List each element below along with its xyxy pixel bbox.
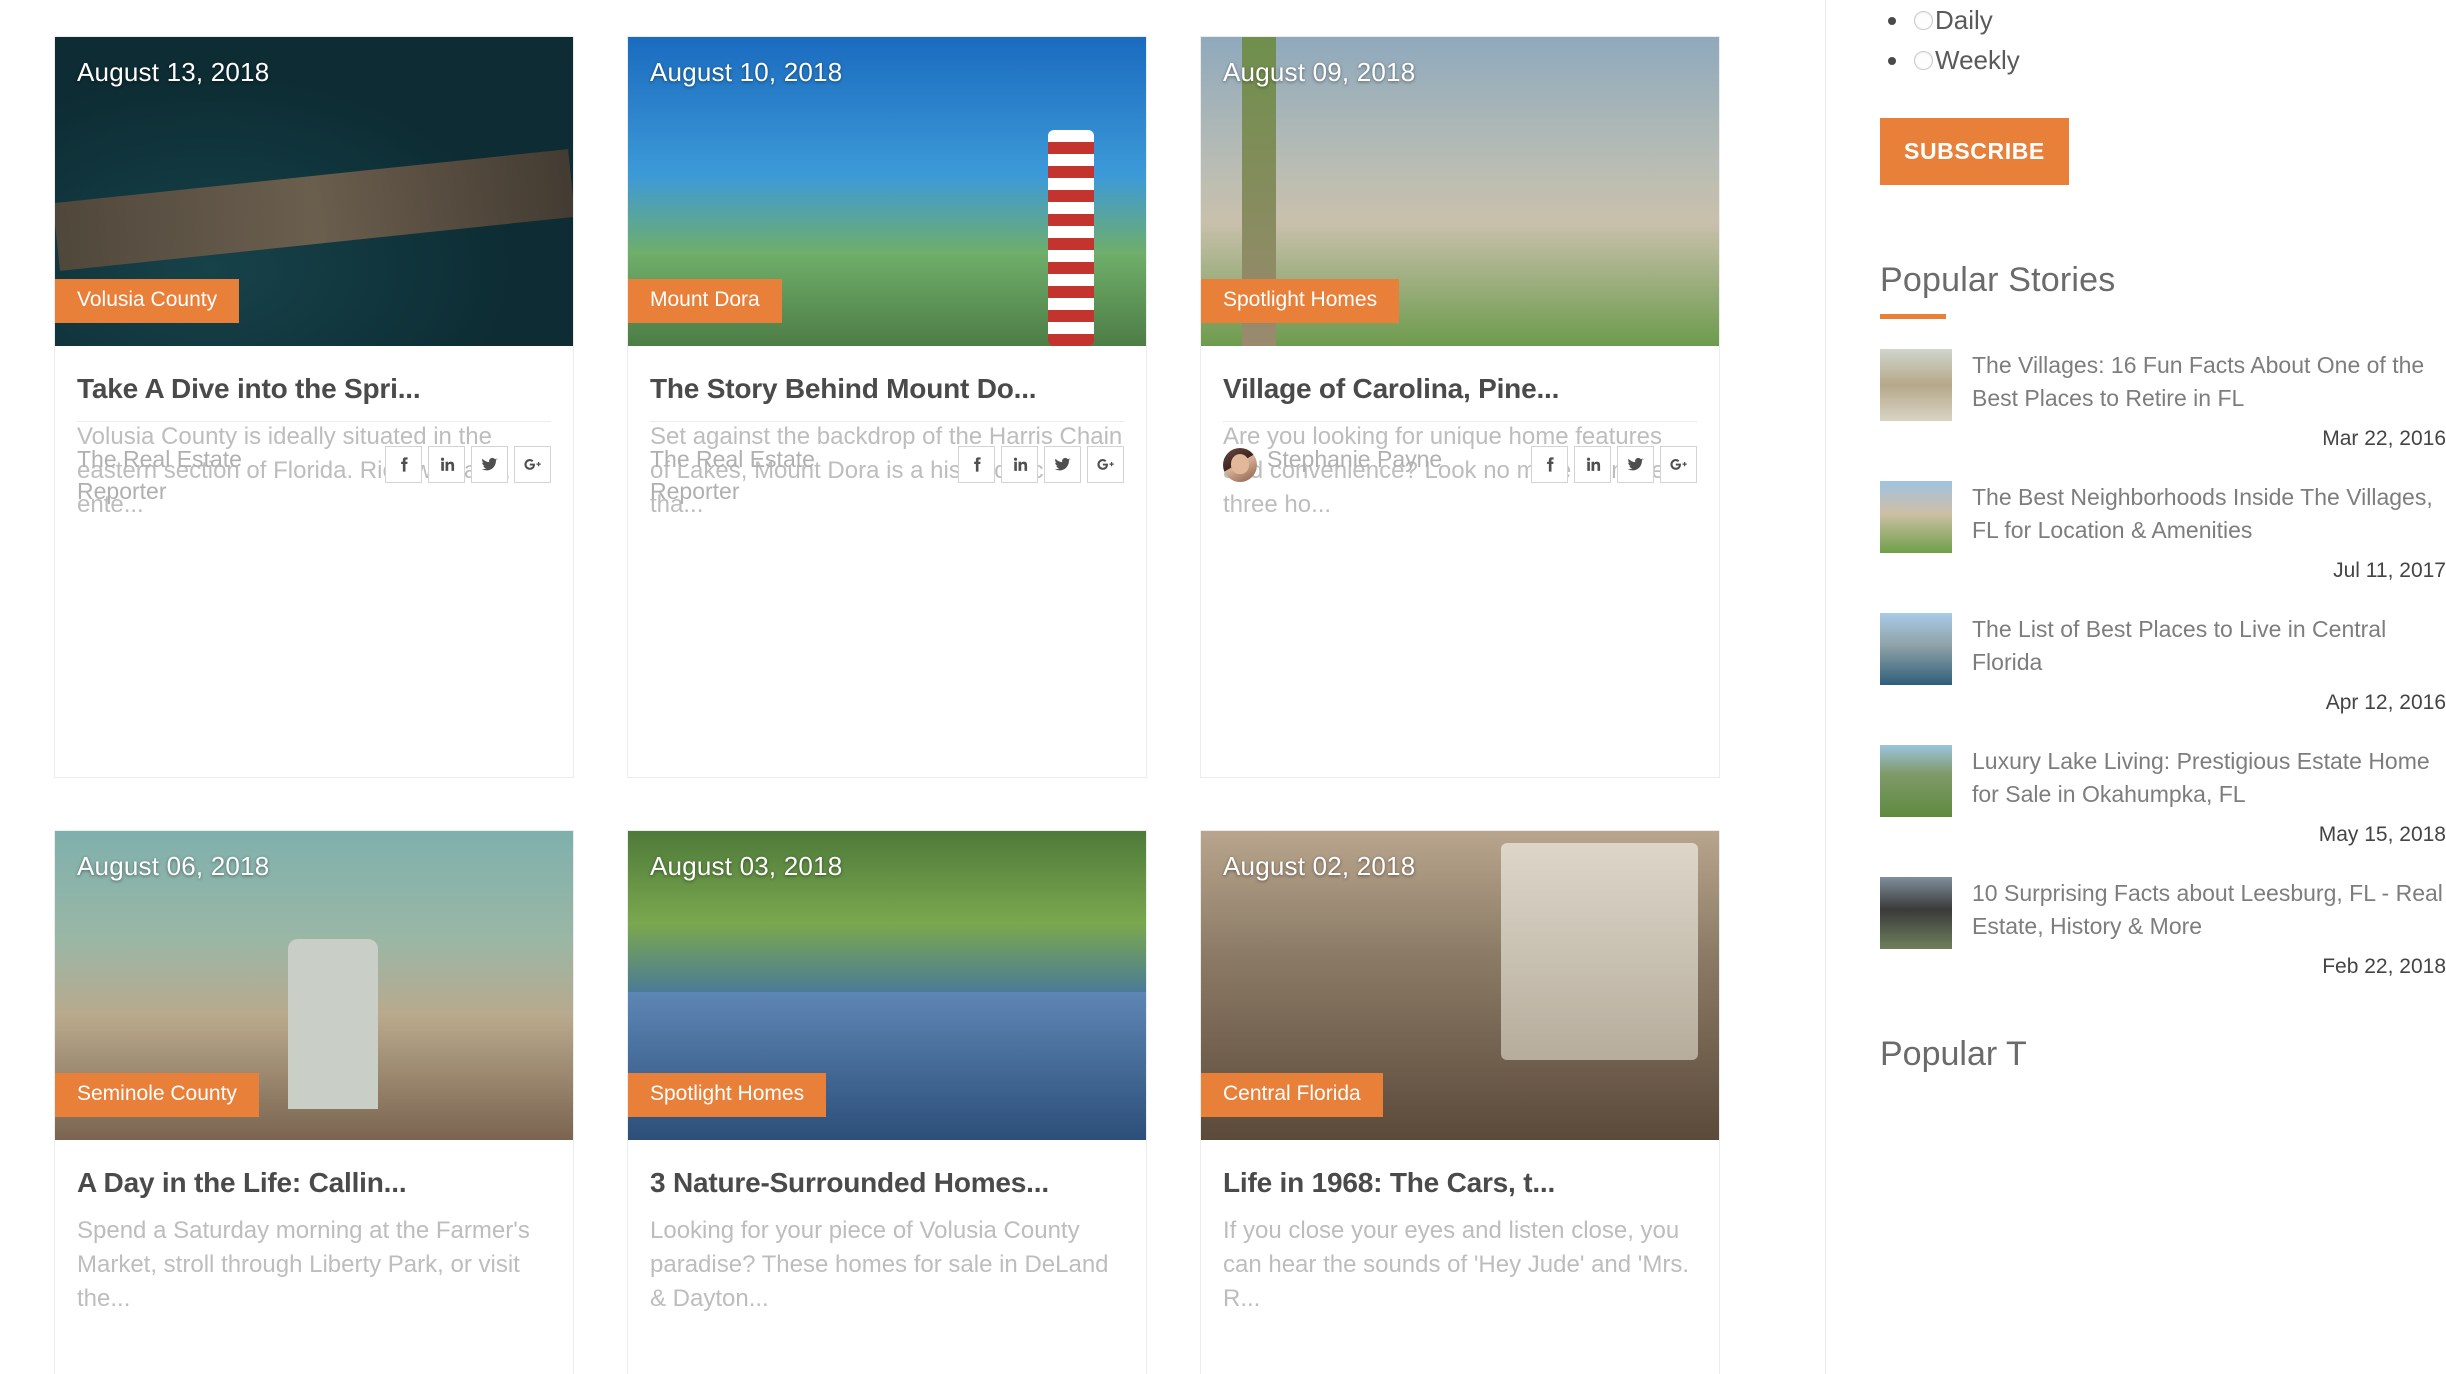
- googleplus-share-icon[interactable]: [1660, 446, 1697, 483]
- story-date: Mar 22, 2016: [2322, 427, 2446, 450]
- author-name: The Real Estate Reporter: [650, 446, 815, 504]
- story-date: Apr 12, 2016: [2325, 691, 2446, 714]
- frequency-label: Weekly: [1935, 44, 2020, 75]
- card-body: Life in 1968: The Cars, t... If you close…: [1201, 1140, 1719, 1316]
- card-body: A Day in the Life: Callin... Spend a Satu…: [55, 1140, 573, 1316]
- googleplus-share-icon[interactable]: [514, 446, 551, 483]
- blog-listing-page: August 13, 2018 Volusia County Take A Dive…: [0, 0, 2446, 1374]
- card-category-badge[interactable]: Spotlight Homes: [628, 1072, 827, 1117]
- article-card[interactable]: August 13, 2018 Volusia County Take A Dive…: [54, 36, 574, 778]
- card-title[interactable]: 3 Nature-Surrounded Homes...: [650, 1166, 1124, 1200]
- author-name: The Real Estate Reporter: [77, 446, 242, 504]
- article-card[interactable]: August 10, 2018 Mount Dora The Story Behin…: [627, 36, 1147, 778]
- card-title[interactable]: The Story Behind Mount Do...: [650, 372, 1124, 406]
- card-category-badge[interactable]: Seminole County: [55, 1072, 259, 1117]
- article-card[interactable]: August 06, 2018 Seminole County A Day in t…: [54, 830, 574, 1374]
- story-thumbnail: [1880, 613, 1952, 685]
- card-category-badge[interactable]: Volusia County: [55, 278, 240, 323]
- story-date: Jul 11, 2017: [2333, 559, 2446, 582]
- twitter-share-icon[interactable]: [1044, 446, 1081, 483]
- story-title[interactable]: The List of Best Places to Live in Centr…: [1972, 613, 2446, 685]
- frequency-option-weekly[interactable]: Weekly: [1888, 40, 2446, 80]
- heading-underline: [1880, 314, 1946, 319]
- card-media[interactable]: August 13, 2018 Volusia County: [55, 37, 573, 346]
- story-thumbnail: [1880, 745, 1952, 817]
- googleplus-share-icon[interactable]: [1087, 446, 1124, 483]
- card-footer: The Real Estate Reporter: [77, 421, 551, 507]
- card-body: 3 Nature-Surrounded Homes... Looking for …: [628, 1140, 1146, 1316]
- subscription-frequency-list: Daily Weekly: [1888, 0, 2446, 80]
- popular-story-item[interactable]: 10 Surprising Facts about Leesburg, FL -…: [1880, 877, 2446, 979]
- card-date: August 02, 2018: [1223, 851, 1416, 881]
- story-title[interactable]: The Best Neighborhoods Inside The Villag…: [1972, 481, 2446, 553]
- social-share-group: [958, 446, 1124, 483]
- facebook-share-icon[interactable]: [958, 446, 995, 483]
- card-date: August 10, 2018: [650, 57, 843, 87]
- card-title[interactable]: A Day in the Life: Callin...: [77, 1166, 551, 1200]
- story-title[interactable]: Luxury Lake Living: Prestigious Estate H…: [1972, 745, 2446, 817]
- card-author: Stephanie Payne: [1223, 444, 1442, 482]
- card-title[interactable]: Life in 1968: The Cars, t...: [1223, 1166, 1697, 1200]
- card-media[interactable]: August 09, 2018 Spotlight Homes: [1201, 37, 1719, 346]
- article-card-grid-region: August 13, 2018 Volusia County Take A Dive…: [0, 0, 1825, 1374]
- card-footer: Stephanie Payne: [1223, 421, 1697, 483]
- card-category-badge[interactable]: Mount Dora: [628, 278, 782, 323]
- card-author: The Real Estate Reporter: [77, 444, 327, 507]
- frequency-label: Daily: [1935, 4, 1993, 35]
- radio-icon[interactable]: [1914, 50, 1933, 70]
- facebook-share-icon[interactable]: [1531, 446, 1568, 483]
- card-category-badge[interactable]: Spotlight Homes: [1201, 278, 1400, 323]
- story-thumbnail: [1880, 349, 1952, 421]
- linkedin-share-icon[interactable]: [428, 446, 465, 483]
- social-share-group: [385, 446, 551, 483]
- popular-story-item[interactable]: The List of Best Places to Live in Centr…: [1880, 613, 2446, 715]
- card-media[interactable]: August 03, 2018 Spotlight Homes: [628, 831, 1146, 1140]
- card-excerpt: Looking for your piece of Volusia County…: [650, 1216, 1109, 1312]
- article-card[interactable]: August 09, 2018 Spotlight Homes Village of…: [1200, 36, 1720, 778]
- card-author: The Real Estate Reporter: [650, 444, 900, 507]
- card-footer: The Real Estate Reporter: [650, 421, 1124, 507]
- card-date: August 09, 2018: [1223, 57, 1416, 87]
- card-media[interactable]: August 10, 2018 Mount Dora: [628, 37, 1146, 346]
- article-card[interactable]: August 02, 2018 Central Florida Life in 19…: [1200, 830, 1720, 1374]
- popular-story-item[interactable]: The Best Neighborhoods Inside The Villag…: [1880, 481, 2446, 583]
- author-name: Stephanie Payne: [1267, 446, 1443, 472]
- story-title[interactable]: 10 Surprising Facts about Leesburg, FL -…: [1972, 877, 2446, 949]
- article-card-grid: August 13, 2018 Volusia County Take A Dive…: [54, 36, 1825, 1374]
- radio-icon[interactable]: [1914, 10, 1933, 30]
- popular-topics-heading: Popular T: [1880, 1035, 2027, 1073]
- story-title[interactable]: The Villages: 16 Fun Facts About One of …: [1972, 349, 2446, 421]
- sidebar: Daily Weekly SUBSCRIBE Popular Stories Th…: [1825, 0, 2446, 1374]
- twitter-share-icon[interactable]: [1617, 446, 1654, 483]
- card-media[interactable]: August 02, 2018 Central Florida: [1201, 831, 1719, 1140]
- popular-stories-list: The Villages: 16 Fun Facts About One of …: [1880, 349, 2446, 979]
- story-thumbnail: [1880, 877, 1952, 949]
- card-date: August 13, 2018: [77, 57, 270, 87]
- frequency-option-daily[interactable]: Daily: [1888, 0, 2446, 40]
- subscribe-button[interactable]: SUBSCRIBE: [1880, 118, 2069, 185]
- linkedin-share-icon[interactable]: [1001, 446, 1038, 483]
- story-thumbnail: [1880, 481, 1952, 553]
- linkedin-share-icon[interactable]: [1574, 446, 1611, 483]
- social-share-group: [1531, 446, 1697, 483]
- twitter-share-icon[interactable]: [471, 446, 508, 483]
- card-category-badge[interactable]: Central Florida: [1201, 1072, 1383, 1117]
- article-card[interactable]: August 03, 2018 Spotlight Homes 3 Nature-S…: [627, 830, 1147, 1374]
- popular-story-item[interactable]: The Villages: 16 Fun Facts About One of …: [1880, 349, 2446, 451]
- avatar: [1223, 448, 1257, 482]
- story-date: Feb 22, 2018: [2322, 955, 2446, 978]
- card-media[interactable]: August 06, 2018 Seminole County: [55, 831, 573, 1140]
- card-title[interactable]: Take A Dive into the Spri...: [77, 372, 551, 406]
- popular-stories-heading: Popular Stories: [1880, 261, 2116, 299]
- card-title[interactable]: Village of Carolina, Pine...: [1223, 372, 1697, 406]
- card-excerpt: If you close your eyes and listen close,…: [1223, 1216, 1690, 1312]
- card-date: August 03, 2018: [650, 851, 843, 881]
- card-date: August 06, 2018: [77, 851, 270, 881]
- story-date: May 15, 2018: [2318, 823, 2446, 846]
- facebook-share-icon[interactable]: [385, 446, 422, 483]
- popular-story-item[interactable]: Luxury Lake Living: Prestigious Estate H…: [1880, 745, 2446, 847]
- card-excerpt: Spend a Saturday morning at the Farmer's…: [77, 1216, 530, 1312]
